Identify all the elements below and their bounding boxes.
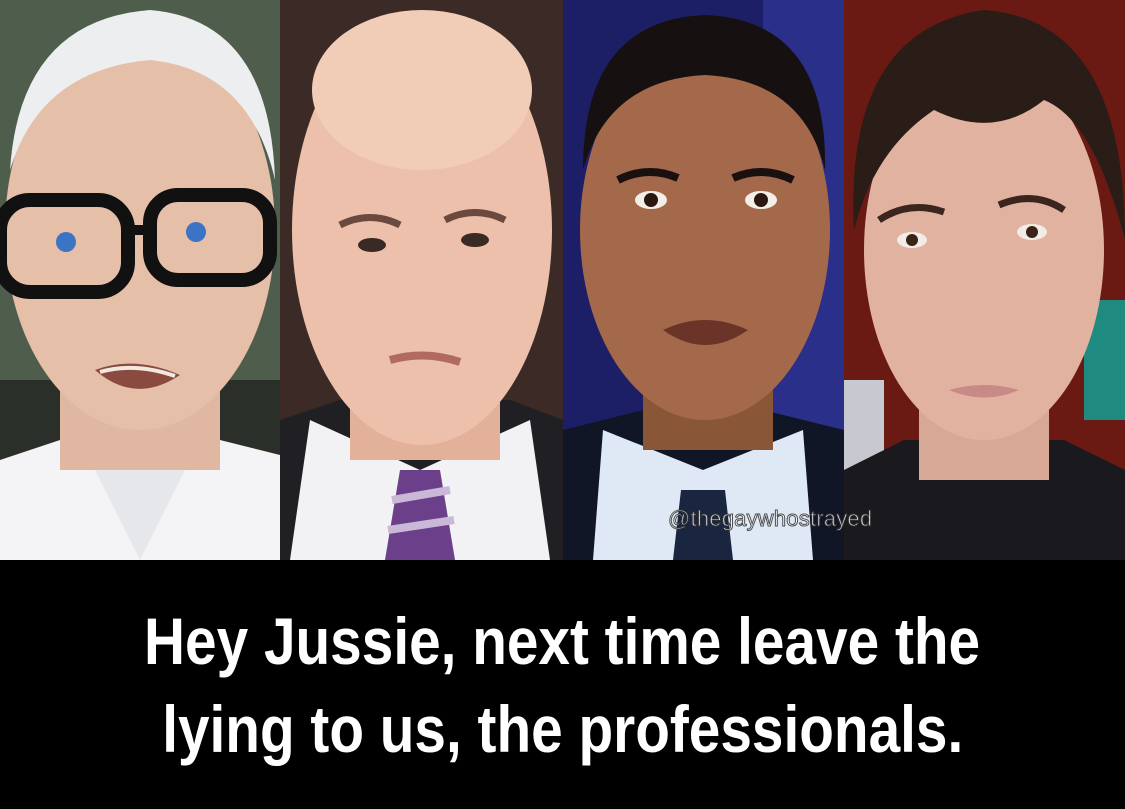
caption-line-1: Hey Jussie, next time leave the [144, 603, 981, 678]
portrait-1 [0, 0, 280, 560]
caption-line-2: lying to us, the professionals. [161, 691, 964, 766]
portrait-panel-4 [844, 0, 1125, 560]
portrait-panel-2 [280, 0, 563, 560]
portrait-2 [280, 0, 563, 560]
portrait-3 [563, 0, 844, 560]
portrait-panel-3 [563, 0, 844, 560]
portrait-panel-1 [0, 0, 280, 560]
portrait-4 [844, 0, 1125, 560]
watermark-text: @thegaywhostrayed [667, 506, 873, 532]
photo-strip [0, 0, 1125, 560]
meme-caption: Hey Jussie, next time leave the lying to… [0, 560, 1125, 809]
meme-image: @thegaywhostrayed Hey Jussie, next time … [0, 0, 1125, 809]
